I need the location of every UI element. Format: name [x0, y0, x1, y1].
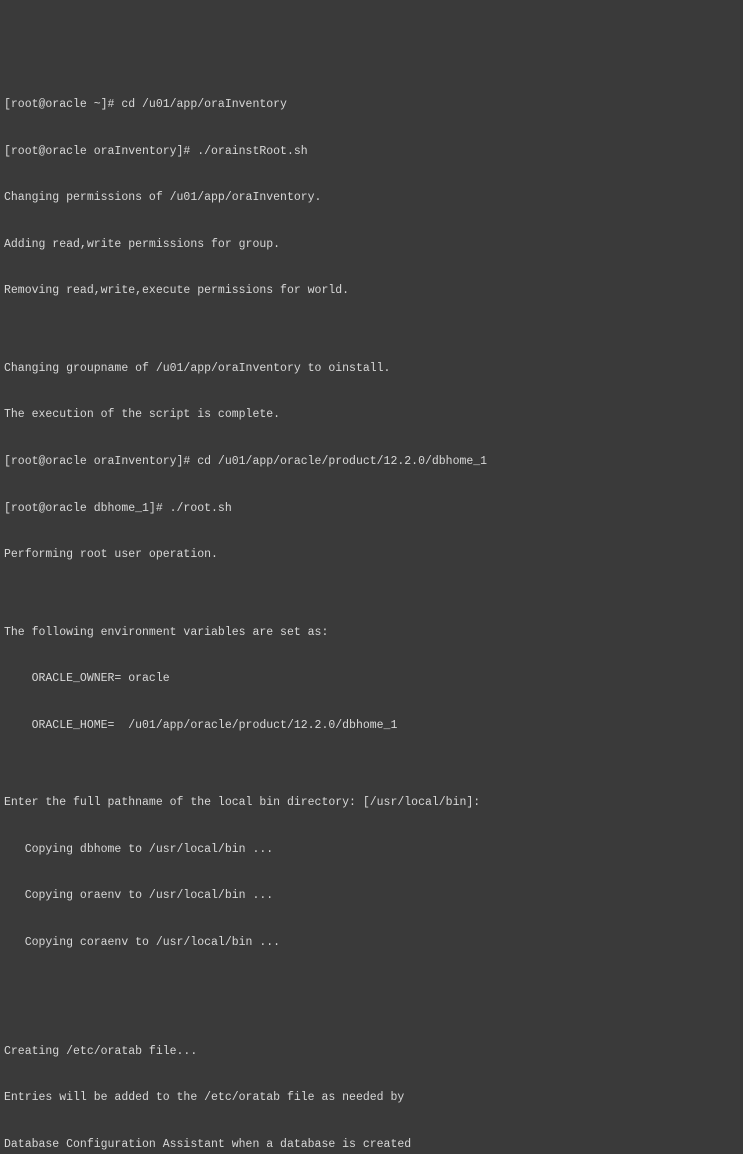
terminal-line: [root@oracle ~]# cd /u01/app/oraInventor…	[4, 97, 739, 113]
terminal-line: Entries will be added to the /etc/oratab…	[4, 1090, 739, 1106]
terminal-line: Enter the full pathname of the local bin…	[4, 795, 739, 811]
terminal-line: Changing permissions of /u01/app/oraInve…	[4, 190, 739, 206]
terminal-line: Creating /etc/oratab file...	[4, 1044, 739, 1060]
terminal-line: The following environment variables are …	[4, 625, 739, 641]
terminal-line: Performing root user operation.	[4, 547, 739, 563]
terminal-line: ORACLE_OWNER= oracle	[4, 671, 739, 687]
terminal-line: Removing read,write,execute permissions …	[4, 283, 739, 299]
terminal-line: The execution of the script is complete.	[4, 407, 739, 423]
terminal-line: Copying coraenv to /usr/local/bin ...	[4, 935, 739, 951]
terminal-line: Database Configuration Assistant when a …	[4, 1137, 739, 1153]
terminal-line: [root@oracle dbhome_1]# ./root.sh	[4, 501, 739, 517]
terminal-line: Changing groupname of /u01/app/oraInvent…	[4, 361, 739, 377]
terminal-line: Copying dbhome to /usr/local/bin ...	[4, 842, 739, 858]
terminal-line: ORACLE_HOME= /u01/app/oracle/product/12.…	[4, 718, 739, 734]
terminal-line: Adding read,write permissions for group.	[4, 237, 739, 253]
terminal-line: Copying oraenv to /usr/local/bin ...	[4, 888, 739, 904]
terminal-line: [root@oracle oraInventory]# cd /u01/app/…	[4, 454, 739, 470]
terminal-line: [root@oracle oraInventory]# ./orainstRoo…	[4, 144, 739, 160]
terminal-output[interactable]: [root@oracle ~]# cd /u01/app/oraInventor…	[4, 66, 739, 1154]
